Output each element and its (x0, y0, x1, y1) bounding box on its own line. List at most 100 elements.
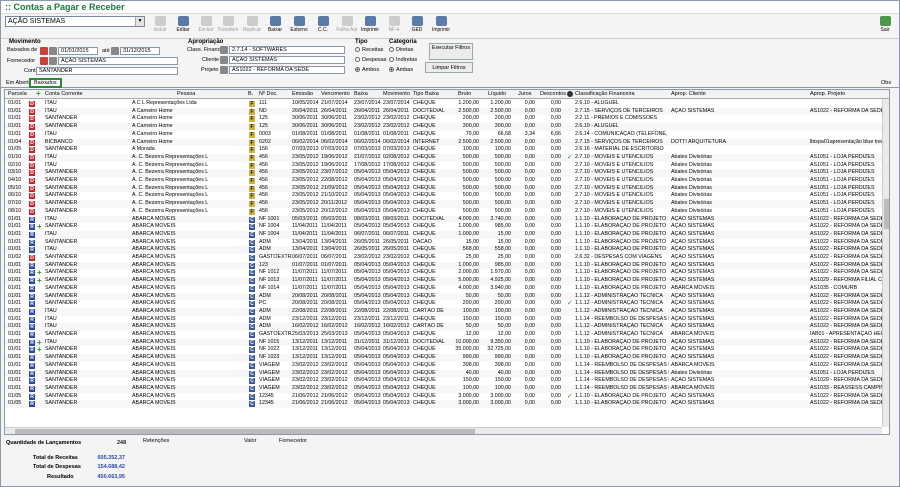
edit-button[interactable]: Editar (171, 15, 195, 38)
table-row[interactable]: R C 01/01 SANTANDER ABARCA MÓVEIS ADM 20/08/20… (5, 292, 889, 301)
col-emissao[interactable]: Emissão (292, 91, 313, 97)
clear-icon[interactable] (40, 57, 48, 65)
transfer-button[interactable]: Transferir (216, 15, 240, 38)
table-row[interactable]: R + C 01/01 SANTANDER ABARCA MÓVEIS NF 1012 11/… (5, 269, 889, 277)
client-field[interactable]: AÇÃO SISTEMAS (229, 56, 345, 64)
col-movimento[interactable]: Movimento (383, 91, 410, 97)
col-aprop-cliente[interactable]: Aprop. Cliente (671, 91, 706, 97)
run-filters-button[interactable]: Executar Filtros (429, 43, 473, 60)
delete-button[interactable]: Excluir (194, 15, 218, 38)
col-parcela[interactable]: Parcela (8, 91, 27, 97)
table-row[interactable]: R C 01/01 SANTANDER ABARCA MÓVEIS VIAGEM 23/02… (5, 377, 889, 385)
radio-expense[interactable]: Despesas (355, 57, 386, 63)
table-row[interactable]: D C 01/02 SANTANDER ABARCA MÓVEIS GASTOEXTRA 0… (5, 254, 889, 262)
table-row[interactable]: D F 06/10 SANTANDER A. C. Bezerra Representa… (5, 192, 889, 200)
col-liquido[interactable]: Líquido (488, 91, 506, 97)
nfe-button[interactable]: NF-e (382, 15, 406, 38)
table-row[interactable]: D F 05/10 SANTANDER A. C. Bezerra Representa… (5, 184, 889, 193)
table-row[interactable]: D F 04/10 SANTANDER A. C. Bezerra Representa… (5, 177, 889, 185)
company-select[interactable]: AÇÃO SISTEMAS ▼ (5, 16, 145, 27)
table-row[interactable]: D F 08/10 SANTANDER A. C. Bezerra Representa… (5, 208, 889, 216)
col-juros[interactable]: Juros (518, 91, 531, 97)
table-row[interactable]: R + C 01/01 SANTANDER ABARCA MÓVEIS NF 1022 13/… (5, 346, 889, 354)
table-row[interactable]: R C 01/01 SANTANDER ABARCA MÓVEIS PC 20/08/201… (5, 300, 889, 308)
radio-both-type[interactable]: Ambos (355, 67, 379, 73)
table-row[interactable]: R + C 01/01 SANTANDER ABARCA MÓVEIS NF 1013 11/… (5, 277, 889, 285)
scroll-thumb[interactable] (884, 199, 889, 229)
search-icon[interactable] (220, 56, 228, 64)
table-row[interactable]: R + C 01/01 SANTANDER ABARCA MÓVEIS NF 1004 11/… (5, 223, 889, 231)
radio-both-category[interactable]: Ambas (389, 67, 413, 73)
date-from-field[interactable]: 01/01/2015 (58, 47, 98, 55)
clear-filters-button[interactable]: Limpar Filtros (425, 62, 473, 73)
table-row[interactable]: D F 01/01 ITAU A Carneiro Home 0003 01/08/2011… (5, 131, 889, 139)
print-secondary-button[interactable]: Imprimir (429, 15, 453, 38)
class-field[interactable]: 2.7.14 - SOFTWARES (229, 46, 345, 54)
col-pessoa[interactable]: Pessoa (177, 91, 195, 97)
cost-center-button[interactable]: C.C. (311, 15, 335, 38)
table-row[interactable]: R C 01/01 SANTANDER ABARCA MÓVEIS VIAGEM 23/02… (5, 384, 889, 393)
calendar-icon[interactable] (111, 47, 119, 55)
include-button[interactable]: Incluir (148, 15, 172, 38)
horizontal-scrollbar[interactable] (5, 427, 882, 434)
col-b[interactable]: B. (248, 91, 253, 97)
project-field[interactable]: AS1022 - REFORMA DA SEDE (229, 66, 345, 74)
table-row[interactable]: R C 01/01 SANTANDER ABARCA MÓVEIS VIAGEM 23/02… (5, 362, 889, 370)
table-row[interactable]: R C 01/01 ITAU ABARCA MÓVEIS ADM 23/12/2011 23/… (5, 316, 889, 324)
table-row[interactable]: R C 01/01 SANTANDER ABARCA MÓVEIS NF 1023 13/1… (5, 354, 889, 362)
print-button[interactable]: Imprimir (358, 15, 382, 38)
table-row[interactable]: R C 01/01 SANTANDER ABARCA MÓVEIS ADM 13/04/20… (5, 239, 889, 247)
calendar-icon[interactable] (40, 47, 48, 55)
table-row[interactable]: R C 01/05 SANTANDER ABARCA MÓVEIS 12345 21/06/… (5, 393, 889, 401)
table-row[interactable]: R C 01/01 SANTANDER ABARCA MÓVEIS GASTOEXTRA 2… (5, 331, 889, 339)
settle-button[interactable]: Baixar (263, 15, 287, 38)
table-row[interactable]: D F 01/04 BICBANCO A Carneiro Home 0202 06/02/… (5, 138, 889, 147)
table-row[interactable]: D F 01/05 SANTANDER A Morada 156 07/03/2013 07/… (5, 146, 889, 154)
search-icon[interactable] (220, 46, 228, 54)
table-row[interactable]: R C 01/01 ITAU ABARCA MÓVEIS ADM 16/02/2012 16/… (5, 323, 889, 331)
col-vencimento[interactable]: Vencimento (321, 91, 350, 97)
search-icon[interactable] (49, 57, 57, 65)
vertical-scrollbar[interactable] (882, 99, 889, 427)
table-row[interactable]: R + C 01/01 ITAU ABARCA MÓVEIS NF 1015 13/12/20… (5, 338, 889, 347)
table-row[interactable]: R C 01/05 SANTANDER ABARCA MÓVEIS 12345 21/06/… (5, 400, 889, 408)
table-row[interactable]: R C 01/01 ITAU ABARCA MÓVEIS NF 1001 05/03/201… (5, 215, 889, 224)
col-aprop-projeto[interactable]: Aprop. Projeto (810, 91, 845, 97)
date-to-field[interactable]: 31/12/2015 (120, 47, 160, 55)
col-tipobaixa[interactable]: Tipo Baixa (413, 91, 439, 97)
calendar-icon[interactable] (49, 47, 57, 55)
tab-settled[interactable]: Baixados (29, 78, 62, 88)
search-icon[interactable] (220, 66, 228, 74)
table-row[interactable]: R C 01/01 ITAU ABARCA MÓVEIS ADM 13/04/2011 13/… (5, 246, 889, 254)
obs-toggle[interactable]: Obs (878, 78, 894, 88)
plus-icon[interactable]: + (37, 223, 42, 231)
supplier-field[interactable]: AÇÃO SISTEMAS (58, 57, 178, 65)
table-row[interactable]: D F 01/01 SANTANDER A Carneiro Home 125 30/06/… (5, 123, 889, 131)
table-row[interactable]: R C 01/01 ITAU ABARCA MÓVEIS ADM 22/08/2011 22/… (5, 307, 889, 316)
table-row[interactable]: D F 01/10 ITAU A. C. Bezerra Representações … (5, 153, 889, 162)
table-row[interactable]: R C 01/01 SANTANDER ABARCA MÓVEIS NF 1014 11/0… (5, 285, 889, 293)
chevron-down-icon[interactable]: ▼ (135, 17, 144, 26)
table-row[interactable]: D F 03/10 SANTANDER A. C. Bezerra Representa… (5, 169, 889, 177)
radio-revenue[interactable]: Receitas (355, 47, 383, 53)
replicate-button[interactable]: Replicar (240, 15, 264, 38)
plus-icon[interactable]: + (37, 277, 42, 285)
table-row[interactable]: D F 02/10 ITAU A. C. Bezerra Representações … (5, 162, 889, 170)
account-select[interactable]: SANTANDER (36, 67, 178, 75)
col-ndoc[interactable]: Nº Doc. (259, 91, 278, 97)
ged-button[interactable]: GED (405, 15, 429, 38)
radio-indirect[interactable]: Indiretas (389, 57, 417, 63)
col-descontos[interactable]: Descontos (540, 91, 566, 97)
table-row[interactable]: D F 01/01 ITAU A Carneiro Home ND 26/04/2011 26… (5, 107, 889, 116)
table-row[interactable]: D F 01/01 SANTANDER A Carneiro Home 125 30/06/… (5, 115, 889, 123)
col-classificacao[interactable]: Classificação Financeira (575, 91, 635, 97)
col-baixa[interactable]: Baixa (354, 91, 368, 97)
radio-direct[interactable]: Diretas (389, 47, 413, 53)
plus-icon[interactable]: + (36, 90, 41, 98)
col-conta[interactable]: Conta Corrente (45, 91, 83, 97)
exit-button[interactable]: Sair (873, 15, 897, 38)
plus-icon[interactable]: + (37, 346, 42, 354)
col-bruto[interactable]: Bruto (458, 91, 471, 97)
auto-sheet-button[interactable]: Folha Aut (335, 15, 359, 38)
table-row[interactable]: D F 01/01 ITAU A C L Representações Ltda 111 1… (5, 100, 889, 108)
